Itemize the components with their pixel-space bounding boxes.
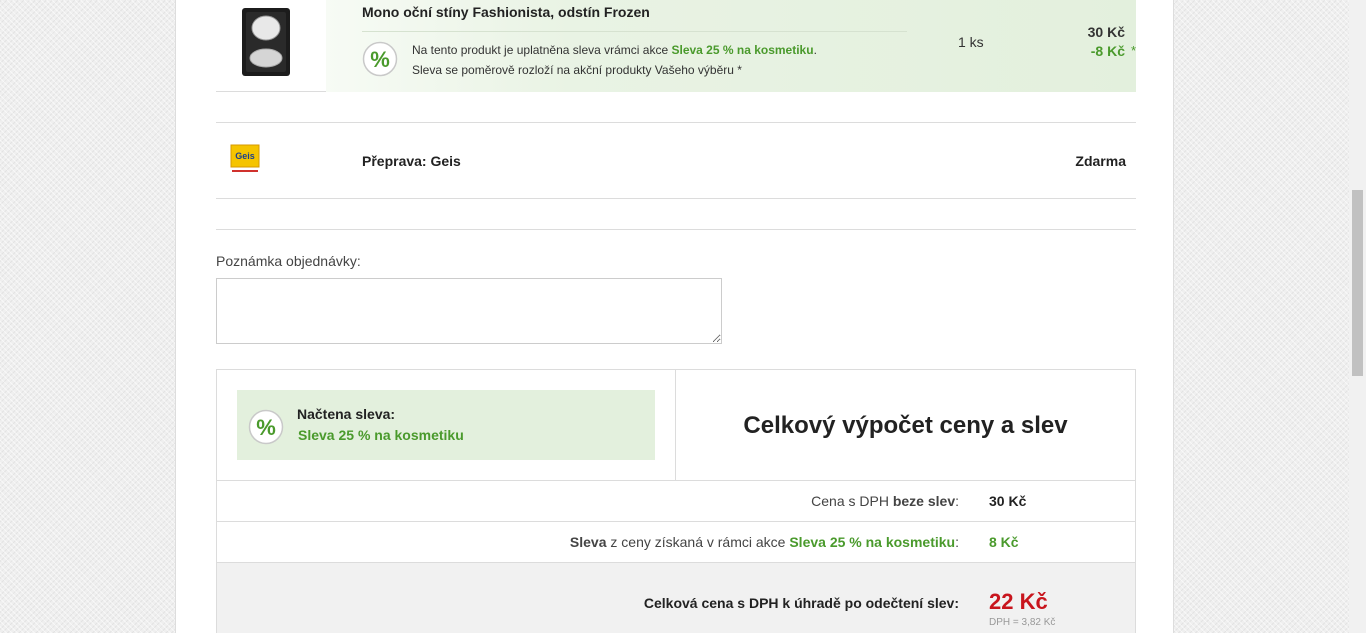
svg-text:%: % (370, 47, 390, 72)
label-bold: beze slev (892, 493, 956, 509)
svg-text:Geis: Geis (235, 151, 255, 161)
page-content: Mono oční stíny Fashionista, odstín Froz… (175, 0, 1174, 633)
percent-icon: % (362, 41, 398, 77)
divider (216, 229, 1136, 230)
product-name[interactable]: Mono oční stíny Fashionista, odstín Froz… (362, 4, 650, 20)
summary-row-total: Celková cena s DPH k úhradě po odečtení … (217, 563, 1135, 633)
scrollbar[interactable] (1349, 0, 1366, 633)
summary-title: Celkový výpočet ceny a slev (743, 411, 1068, 439)
total-label: Celková cena s DPH k úhradě po odečtení … (643, 595, 959, 611)
total-price: 22 Kč (989, 589, 1048, 614)
summary-row-price: Cena s DPH beze slev: 30 Kč (217, 481, 1135, 522)
price-without-discount: 30 Kč (989, 493, 1027, 509)
label-text: z ceny získaná v rámci akce (606, 534, 790, 550)
price-summary: % Načtena sleva: Sleva 25 % na kosmetiku… (216, 369, 1136, 633)
label-colon: : (955, 534, 959, 550)
summary-header: % Načtena sleva: Sleva 25 % na kosmetiku… (217, 370, 1135, 481)
discount-note: Sleva se poměrově rozloží na akční produ… (412, 63, 742, 77)
shipping-row: Geis Přeprava: Geis Zdarma (216, 122, 1136, 199)
summary-row-discount: Sleva z ceny získaná v rámci akce Sleva … (217, 522, 1135, 563)
label-bold: Sleva (569, 534, 607, 550)
percent-icon: % (248, 409, 284, 445)
discount-info: Na tento produkt je uplatněna sleva vrám… (412, 43, 817, 57)
loaded-discount-title: Načtena sleva: (297, 406, 396, 422)
loaded-discount-name: Sleva 25 % na kosmetiku (298, 427, 464, 443)
loaded-discount-box: % Načtena sleva: Sleva 25 % na kosmetiku (237, 390, 655, 460)
svg-text:%: % (256, 415, 276, 440)
geis-logo: Geis (230, 144, 260, 172)
order-note-input[interactable] (216, 278, 722, 344)
discount-name: Sleva 25 % na kosmetiku (789, 534, 956, 550)
summary-label: Cena s DPH beze slev: (811, 493, 959, 509)
label-text: Cena s DPH (811, 493, 893, 509)
discount-text: Na tento produkt je uplatněna sleva vrám… (412, 43, 672, 57)
loaded-discount-panel: % Načtena sleva: Sleva 25 % na kosmetiku (217, 370, 676, 481)
label-colon: : (955, 493, 959, 509)
eyeshadow-product-image[interactable] (240, 6, 292, 78)
cart-product-row: Mono oční stíny Fashionista, odstín Froz… (216, 0, 1136, 92)
discount-name: Sleva 25 % na kosmetiku (671, 43, 814, 57)
summary-label: Sleva z ceny získaná v rámci akce Sleva … (570, 534, 959, 550)
product-price: 30 Kč (1087, 24, 1125, 40)
discount-text-end: . (813, 43, 817, 57)
order-note-label: Poznámka objednávky: (216, 253, 361, 269)
product-quantity: 1 ks (958, 34, 984, 50)
discount-amount: 8 Kč (989, 534, 1019, 550)
scrollbar-thumb[interactable] (1352, 190, 1363, 376)
asterisk: * (1130, 43, 1136, 58)
shipping-label: Přeprava: Geis (362, 153, 461, 169)
product-discount-amount: -8 Kč (1090, 43, 1125, 59)
shipping-price: Zdarma (1075, 153, 1126, 169)
vat-amount: DPH = 3,82 Kč (989, 617, 1056, 628)
divider (362, 31, 907, 32)
